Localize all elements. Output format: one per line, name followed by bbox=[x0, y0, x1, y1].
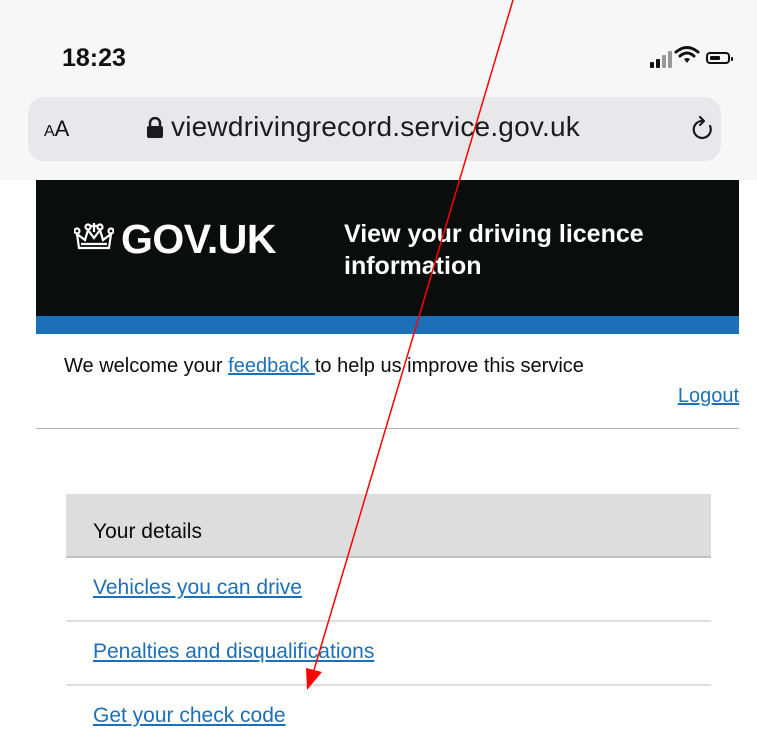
address-bar[interactable]: AA viewdrivingrecord.service.gov.uk bbox=[28, 97, 721, 161]
gov-header: GOV.UK View your driving licence informa… bbox=[36, 180, 739, 316]
feedback-text-after: to help us improve this service bbox=[314, 355, 584, 377]
header-blue-bar bbox=[36, 316, 739, 334]
url-text[interactable]: viewdrivingrecord.service.gov.uk bbox=[171, 111, 580, 143]
reload-icon[interactable] bbox=[690, 115, 716, 143]
lock-icon bbox=[147, 117, 163, 138]
nav-link-vehicles[interactable]: Vehicles you can drive bbox=[93, 576, 302, 599]
status-bar: 18:23 bbox=[0, 0, 757, 90]
status-icons bbox=[650, 46, 740, 72]
service-name[interactable]: View your driving licence information bbox=[344, 218, 734, 282]
nav-item-your-details: Your details bbox=[66, 494, 711, 558]
divider bbox=[36, 428, 739, 429]
logout-link[interactable]: Logout bbox=[678, 385, 739, 408]
nav-link-check-code[interactable]: Get your check code bbox=[93, 704, 286, 727]
crown-icon bbox=[74, 223, 114, 250]
govuk-logo[interactable]: GOV.UK bbox=[121, 216, 276, 263]
status-time: 18:23 bbox=[62, 44, 126, 72]
wifi-icon bbox=[674, 46, 700, 63]
feedback-link[interactable]: feedback bbox=[228, 355, 315, 377]
feedback-text-before: We welcome your bbox=[64, 355, 229, 377]
text-size-button[interactable]: AA bbox=[44, 116, 69, 142]
feedback-banner: We welcome your feedback to help us impr… bbox=[64, 355, 584, 378]
nav-link-penalties[interactable]: Penalties and disqualifications bbox=[93, 640, 374, 663]
browser-toolbar: AA viewdrivingrecord.service.gov.uk bbox=[0, 90, 757, 180]
nav-item-check-code[interactable]: Get your check code bbox=[66, 686, 711, 750]
battery-icon bbox=[706, 52, 733, 64]
sub-navigation: Your details Vehicles you can drive Pena… bbox=[66, 494, 711, 750]
nav-item-vehicles[interactable]: Vehicles you can drive bbox=[66, 558, 711, 622]
nav-item-penalties[interactable]: Penalties and disqualifications bbox=[66, 622, 711, 686]
